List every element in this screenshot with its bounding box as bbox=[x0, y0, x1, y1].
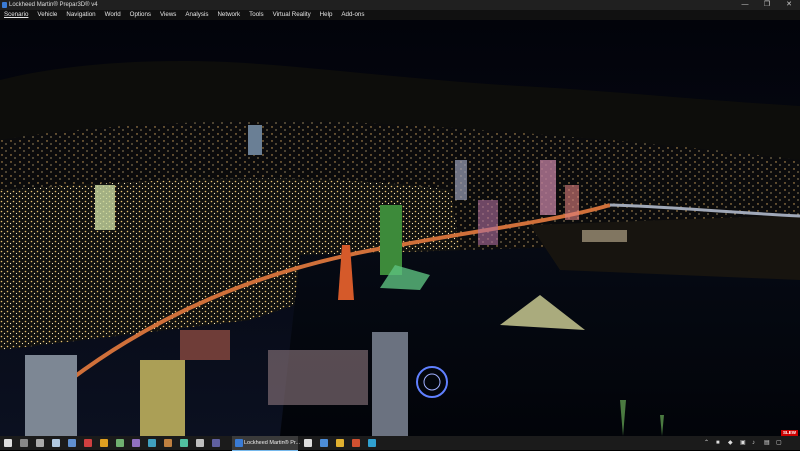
port-building bbox=[582, 230, 627, 242]
menu-virtual-reality[interactable]: Virtual Reality bbox=[269, 10, 316, 20]
app-icon[interactable] bbox=[320, 439, 328, 447]
menu-world[interactable]: World bbox=[101, 10, 126, 20]
tray-icon[interactable]: ◆ bbox=[728, 440, 733, 446]
window-title: Lockheed Martin® Prepar3D® v4 bbox=[9, 2, 98, 8]
port-island bbox=[530, 215, 800, 280]
office-building bbox=[95, 185, 115, 230]
app-icon[interactable] bbox=[180, 439, 188, 447]
app-icon[interactable] bbox=[84, 439, 92, 447]
app-icon[interactable] bbox=[164, 439, 172, 447]
windows-taskbar: Lockheed Martin® Pr... ⌃ ■ ◆ ▣ ♪ ▤ ▢ bbox=[0, 436, 800, 451]
windows-start-icon[interactable] bbox=[4, 439, 12, 447]
app-icon[interactable] bbox=[132, 439, 140, 447]
maximize-button[interactable]: ❐ bbox=[756, 0, 778, 10]
foreground-building bbox=[25, 355, 77, 436]
app-icon[interactable] bbox=[336, 439, 344, 447]
menu-scenario[interactable]: Scenario bbox=[0, 10, 33, 20]
taskbar-active-app[interactable]: Lockheed Martin® Pr... bbox=[232, 436, 301, 451]
simulator-viewport[interactable]: SLEW bbox=[0, 20, 800, 436]
menu-help[interactable]: Help bbox=[316, 10, 338, 20]
search-icon[interactable] bbox=[20, 439, 28, 447]
menu-add-ons[interactable]: Add-ons bbox=[337, 10, 369, 20]
window-controls: — ❐ ✕ bbox=[734, 0, 800, 10]
building bbox=[180, 330, 230, 360]
app-icon[interactable] bbox=[52, 439, 60, 447]
minimize-button[interactable]: — bbox=[734, 0, 756, 10]
notification-icon[interactable]: ▢ bbox=[776, 440, 782, 446]
tray-icon[interactable]: ⌃ bbox=[704, 440, 709, 446]
taskbar-active-app-label: Lockheed Martin® Pr... bbox=[244, 440, 301, 446]
app-icon[interactable] bbox=[196, 439, 204, 447]
tray-icon[interactable]: ▤ bbox=[764, 440, 770, 446]
green-tower bbox=[380, 205, 402, 275]
tray-icon[interactable]: ▣ bbox=[740, 440, 746, 446]
menu-views[interactable]: Views bbox=[156, 10, 181, 20]
menu-navigation[interactable]: Navigation bbox=[62, 10, 100, 20]
app-icon[interactable] bbox=[68, 439, 76, 447]
close-button[interactable]: ✕ bbox=[778, 0, 800, 10]
app-icon[interactable] bbox=[352, 439, 360, 447]
p3d-taskbar-icon bbox=[235, 439, 243, 447]
foreground-building bbox=[372, 332, 408, 436]
app-icon[interactable] bbox=[212, 439, 220, 447]
menu-options[interactable]: Options bbox=[126, 10, 156, 20]
skyscraper bbox=[455, 160, 467, 200]
foreground-building bbox=[140, 360, 185, 436]
menu-tools[interactable]: Tools bbox=[245, 10, 268, 20]
tower-building bbox=[248, 125, 262, 155]
menu-network[interactable]: Network bbox=[213, 10, 245, 20]
app-icon[interactable] bbox=[304, 439, 312, 447]
menu-analysis[interactable]: Analysis bbox=[181, 10, 213, 20]
task-view-icon[interactable] bbox=[36, 439, 44, 447]
p3d-app-icon bbox=[2, 2, 7, 8]
app-icon[interactable] bbox=[368, 439, 376, 447]
app-icon[interactable] bbox=[148, 439, 156, 447]
title-bar: Lockheed Martin® Prepar3D® v4 — ❐ ✕ bbox=[0, 0, 800, 10]
skyscraper bbox=[565, 185, 579, 220]
menu-bar: Scenario Vehicle Navigation World Option… bbox=[0, 10, 800, 20]
system-tray: ⌃ ■ ◆ ▣ ♪ ▤ ▢ bbox=[700, 436, 800, 450]
app-icon[interactable] bbox=[100, 439, 108, 447]
tray-icon[interactable]: ■ bbox=[716, 440, 720, 446]
menu-vehicle[interactable]: Vehicle bbox=[33, 10, 62, 20]
app-icon[interactable] bbox=[116, 439, 124, 447]
lit-skyscraper bbox=[540, 160, 556, 215]
skyscraper bbox=[478, 200, 498, 245]
tray-icon[interactable]: ♪ bbox=[752, 440, 755, 446]
mosaic-mall bbox=[268, 350, 368, 405]
night-city-scene bbox=[0, 20, 800, 436]
